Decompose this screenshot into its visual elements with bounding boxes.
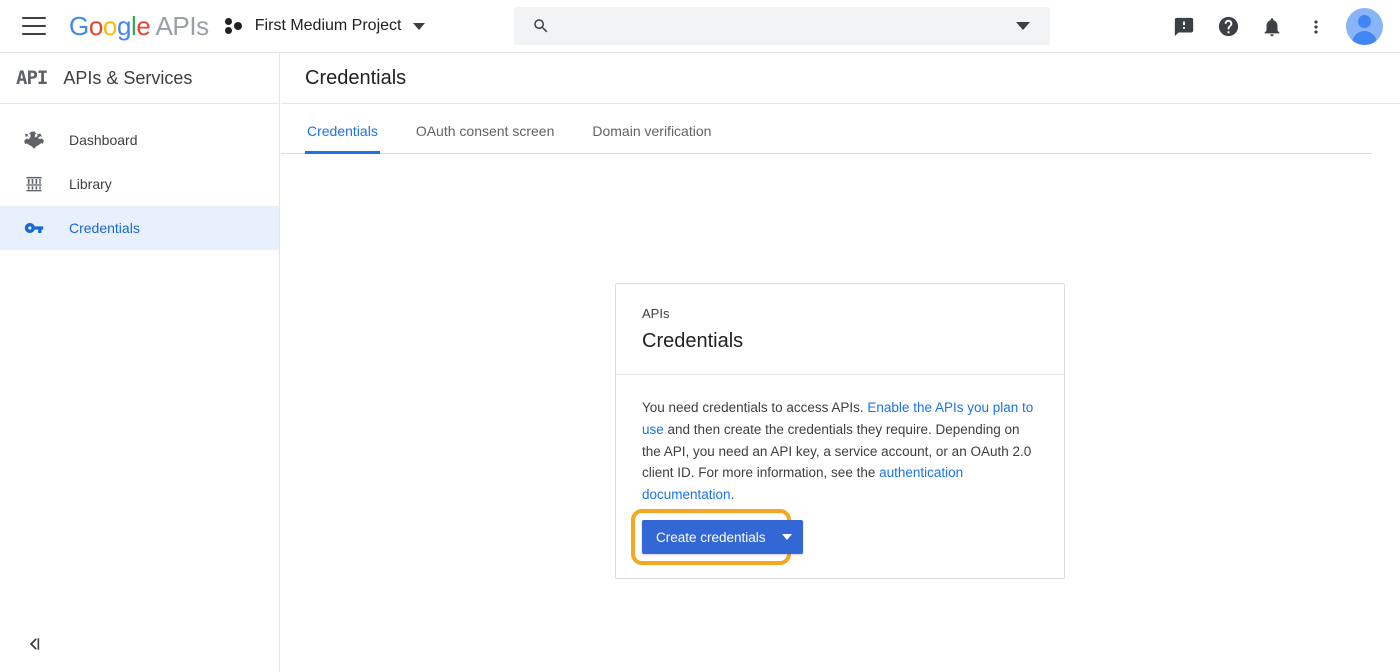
logo-letter: e — [136, 11, 150, 41]
key-icon — [22, 216, 46, 240]
card-body: You need credentials to access APIs. Ena… — [616, 375, 1064, 578]
search-dropdown-caret-icon[interactable] — [1016, 22, 1030, 30]
logo-letter: o — [89, 11, 103, 41]
search-icon — [532, 17, 550, 35]
sidebar-item-credentials[interactable]: Credentials — [0, 206, 279, 250]
sidebar-title: APIs & Services — [63, 68, 192, 89]
dashboard-icon — [22, 128, 46, 152]
help-icon[interactable] — [1206, 5, 1250, 49]
tab-domain-verification[interactable]: Domain verification — [590, 123, 713, 154]
api-logo-icon: API — [16, 67, 47, 89]
sidebar-item-library[interactable]: Library — [0, 162, 279, 206]
tab-bar: Credentials OAuth consent screen Domain … — [281, 104, 1372, 154]
sidebar-item-label: Credentials — [69, 220, 140, 236]
create-credentials-button[interactable]: Create credentials — [642, 520, 803, 554]
caret-down-icon — [782, 534, 792, 540]
notifications-bell-icon[interactable] — [1250, 5, 1294, 49]
avatar-head — [1358, 15, 1371, 28]
top-app-bar: GoogleAPIs First Medium Project — [0, 0, 1400, 53]
create-credentials-label: Create credentials — [656, 530, 766, 545]
logo-letter: G — [69, 11, 89, 41]
search-bar[interactable] — [514, 7, 1050, 45]
tab-credentials[interactable]: Credentials — [305, 123, 380, 154]
description-part-3: . — [731, 487, 735, 502]
top-bar-actions — [1162, 0, 1386, 53]
card-eyebrow: APIs — [642, 306, 1038, 323]
sidebar-item-label: Library — [69, 176, 112, 192]
avatar-body — [1352, 31, 1377, 45]
feedback-icon[interactable] — [1162, 5, 1206, 49]
more-vert-icon[interactable] — [1294, 5, 1338, 49]
sidebar-item-dashboard[interactable]: Dashboard — [0, 118, 279, 162]
create-credentials-wrapper: Create credentials — [642, 520, 803, 554]
caret-down-icon — [413, 23, 425, 30]
credentials-card: APIs Credentials You need credentials to… — [615, 283, 1065, 579]
sidebar-header: API APIs & Services — [0, 53, 279, 104]
project-name: First Medium Project — [255, 17, 402, 35]
tab-label: Credentials — [307, 123, 378, 139]
tab-oauth-consent-screen[interactable]: OAuth consent screen — [414, 123, 557, 154]
account-avatar[interactable] — [1346, 8, 1383, 45]
sidebar: API APIs & Services Dashboard — [0, 53, 280, 672]
card-heading: Credentials — [642, 328, 1038, 354]
main-content: Credentials Credentials OAuth consent sc… — [281, 53, 1400, 672]
page-header: Credentials — [281, 53, 1400, 104]
card-description: You need credentials to access APIs. Ena… — [642, 397, 1038, 506]
sidebar-nav: Dashboard Library — [0, 104, 279, 250]
page-title: Credentials — [305, 67, 406, 90]
search-input[interactable] — [564, 18, 1016, 35]
project-dots-icon — [225, 16, 245, 36]
collapse-panel-icon[interactable] — [20, 630, 48, 658]
project-selector[interactable]: First Medium Project — [225, 8, 426, 44]
logo-letter: g — [117, 11, 131, 41]
library-icon — [22, 172, 46, 196]
tab-label: Domain verification — [592, 123, 711, 139]
google-apis-logo[interactable]: GoogleAPIs — [69, 13, 209, 39]
logo-suffix: APIs — [155, 11, 208, 41]
hamburger-menu-icon[interactable] — [22, 17, 46, 35]
logo-letter: o — [103, 11, 117, 41]
tab-label: OAuth consent screen — [416, 123, 555, 139]
sidebar-item-label: Dashboard — [69, 132, 138, 148]
description-part-1: You need credentials to access APIs. — [642, 400, 867, 415]
card-header: APIs Credentials — [616, 284, 1064, 375]
description-part-2: and then create the credentials they req… — [642, 422, 1031, 481]
